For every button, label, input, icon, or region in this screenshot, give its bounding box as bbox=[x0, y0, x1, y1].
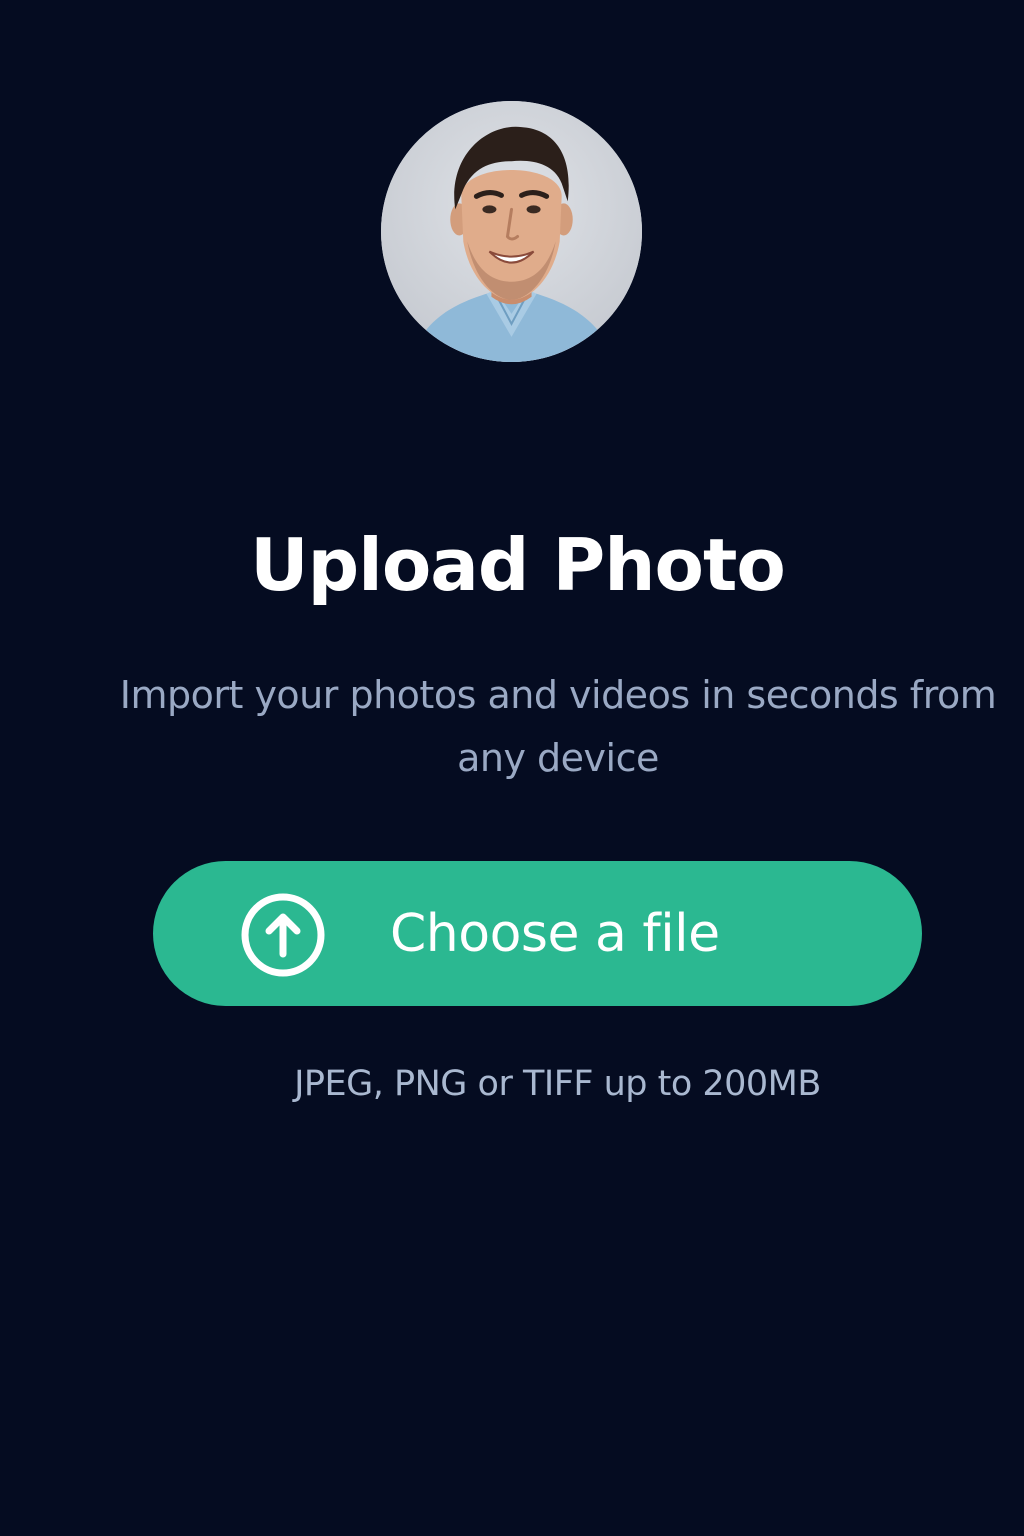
page-subtitle: Import your photos and videos in seconds… bbox=[119, 673, 997, 780]
upload-screen: Upload Photo Import your photos and vide… bbox=[0, 0, 1024, 1536]
file-type-hint: JPEG, PNG or TIFF up to 200MB bbox=[294, 1064, 821, 1104]
choose-file-button-label[interactable]: Choose a file bbox=[390, 896, 720, 972]
avatar-portrait bbox=[381, 101, 642, 362]
avatar bbox=[381, 101, 642, 362]
upload-arrow-circle-icon[interactable] bbox=[240, 892, 326, 978]
page-title: Upload Photo bbox=[250, 523, 786, 607]
